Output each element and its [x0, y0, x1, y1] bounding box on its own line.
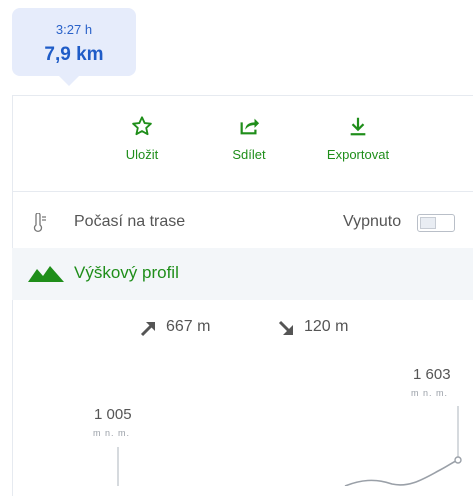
max-elevation-point [454, 456, 462, 464]
elevation-profile-line [344, 459, 459, 486]
elevation-profile-graph [117, 406, 462, 486]
